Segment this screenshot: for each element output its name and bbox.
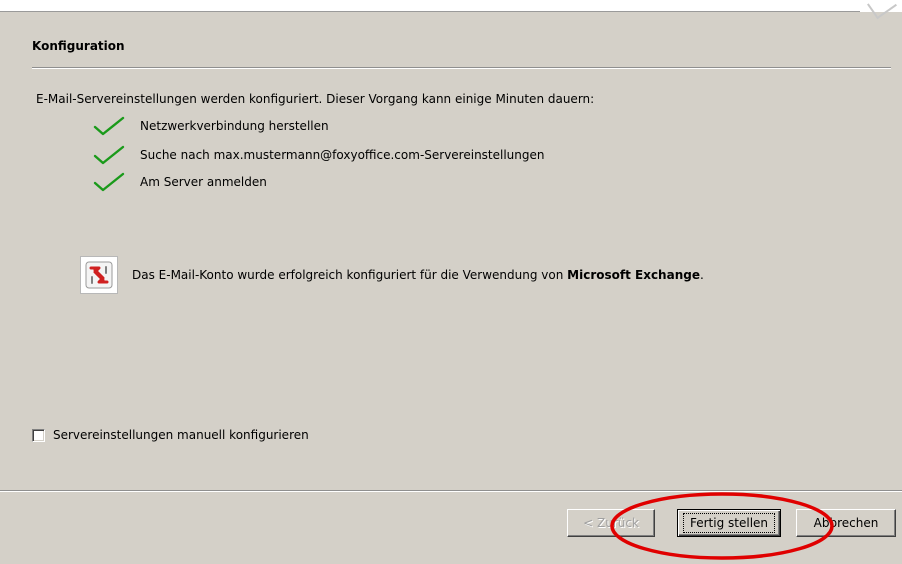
section-divider — [32, 67, 891, 69]
section-title: Konfiguration — [32, 39, 125, 53]
step-item-network: Netzwerkverbindung herstellen — [92, 115, 329, 137]
finish-button-label: Fertig stellen — [682, 513, 776, 533]
manual-config-option[interactable]: Servereinstellungen manuell konfiguriere… — [32, 428, 309, 442]
progress-description: E-Mail-Servereinstellungen werden konfig… — [36, 92, 595, 106]
result-text-product: Microsoft Exchange — [567, 268, 700, 282]
manual-config-label[interactable]: Servereinstellungen manuell konfiguriere… — [53, 428, 309, 442]
step-label: Suche nach max.mustermann@foxyoffice.com… — [140, 148, 545, 162]
step-item-server-search: Suche nach max.mustermann@foxyoffice.com… — [92, 144, 545, 166]
checkmark-icon — [93, 172, 125, 192]
checkmark-icon — [93, 145, 125, 165]
checkmark-icon — [93, 116, 125, 136]
cancel-button[interactable]: Abbrechen — [796, 509, 896, 537]
manual-config-checkbox[interactable] — [32, 428, 45, 442]
result-text-prefix: Das E-Mail-Konto wurde erfolgreich konfi… — [132, 268, 568, 282]
step-label: Netzwerkverbindung herstellen — [140, 119, 329, 133]
result-text: Das E-Mail-Konto wurde erfolgreich konfi… — [132, 268, 704, 282]
exchange-icon — [80, 256, 118, 294]
step-label: Am Server anmelden — [140, 175, 267, 189]
back-button[interactable]: < Zurück — [567, 509, 655, 537]
window-top-divider — [0, 11, 860, 12]
step-item-login: Am Server anmelden — [92, 171, 267, 193]
result-text-suffix: . — [699, 268, 704, 282]
footer-divider — [0, 490, 902, 492]
finish-button[interactable]: Fertig stellen — [677, 509, 781, 537]
result-message: Das E-Mail-Konto wurde erfolgreich konfi… — [80, 256, 704, 294]
